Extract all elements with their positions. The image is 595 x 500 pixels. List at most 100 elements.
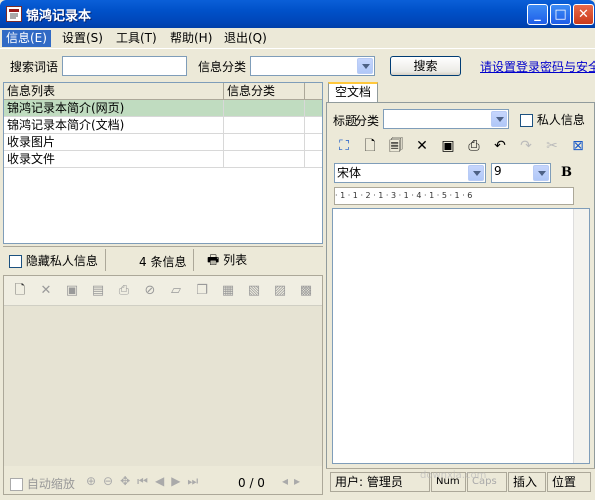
- row-title: 锦鸿记录本简介(文档): [4, 117, 224, 133]
- minimize-icon: _: [534, 7, 541, 22]
- printer-icon: 🖶: [207, 253, 220, 268]
- bold-button[interactable]: B: [561, 165, 572, 180]
- hide-private-checkbox[interactable]: 隐藏私人信息: [9, 252, 98, 269]
- save-icon[interactable]: ▣: [64, 283, 80, 299]
- row-title: 收录文件: [4, 151, 224, 167]
- size-value: 9: [494, 164, 502, 178]
- column-header-title[interactable]: 信息列表: [4, 83, 224, 99]
- open-doc-icon[interactable]: 🗐: [387, 137, 405, 155]
- row-category: [224, 151, 305, 167]
- chevron-down-icon: [468, 165, 484, 181]
- size-select[interactable]: 9: [491, 163, 551, 183]
- print-doc-icon[interactable]: ⎙: [465, 137, 483, 155]
- menu-tools[interactable]: 工具(T): [112, 30, 161, 47]
- row-category: [224, 100, 305, 116]
- row-title: 收录图片: [4, 134, 224, 150]
- column-header-category[interactable]: 信息分类: [224, 83, 305, 99]
- private-checkbox[interactable]: 私人信息: [520, 111, 585, 128]
- autozoom-checkbox[interactable]: 自动缩放: [10, 475, 75, 492]
- status-insert: 插入: [508, 472, 546, 492]
- document-editor-panel: 空文档 标题 分类 私人信息 ⛶ 🗋 🗐 ✕ ▣ ⎙ ↶ ↷ ✂ ⊠ 宋体 9 …: [326, 82, 595, 500]
- list-status-bar: 隐藏私人信息 4 条信息 🖶 列表: [3, 246, 323, 272]
- info-count: 4 条信息: [139, 255, 187, 269]
- list-row[interactable]: 收录文件: [4, 151, 322, 168]
- page-nav-arrows[interactable]: ◂▸: [282, 474, 306, 488]
- close-button[interactable]: ✕: [573, 4, 594, 25]
- status-user: 用户: 管理员: [330, 472, 430, 492]
- row-category: [224, 117, 305, 133]
- fullscreen-icon[interactable]: ⛶: [335, 137, 353, 155]
- menu-settings[interactable]: 设置(S): [58, 30, 107, 47]
- delete-icon[interactable]: ✕: [38, 283, 54, 299]
- new-doc-icon[interactable]: 🗋: [361, 137, 379, 155]
- divider: [105, 249, 106, 271]
- preview-area[interactable]: [4, 306, 322, 466]
- import-icon[interactable]: ▧: [246, 283, 262, 299]
- nav-buttons[interactable]: ⊕⊖✥⏮◀▶⏭: [86, 474, 205, 489]
- window-title: 锦鸿记录本: [26, 9, 92, 24]
- title-bar[interactable]: 锦鸿记录本 _ □ ✕: [0, 0, 595, 28]
- editor-body: 标题 分类 私人信息 ⛶ 🗋 🗐 ✕ ▣ ⎙ ↶ ↷ ✂ ⊠ 宋体 9 B · …: [326, 102, 595, 477]
- maximize-icon: □: [554, 7, 567, 22]
- delete-doc-icon[interactable]: ✕: [413, 137, 431, 155]
- menu-exit[interactable]: 退出(Q): [220, 30, 271, 47]
- ruler[interactable]: · 1 · 1 · 2 · 1 · 3 · 1 · 4 · 1 · 5 · 1 …: [334, 187, 574, 205]
- minimize-button[interactable]: _: [527, 4, 548, 25]
- undo-icon[interactable]: ↶: [491, 137, 509, 155]
- redo-icon[interactable]: ↷: [517, 137, 535, 155]
- font-select[interactable]: 宋体: [334, 163, 486, 183]
- list-button-label: 列表: [223, 253, 248, 267]
- tab-empty-document[interactable]: 空文档: [328, 82, 378, 102]
- preview-nav-bar: 自动缩放 ⊕⊖✥⏮◀▶⏭ 0 / 0 ◂▸: [4, 470, 322, 494]
- close-icon: ✕: [578, 7, 589, 22]
- divider: [193, 249, 194, 271]
- set-password-link[interactable]: 请设置登录密码与安全: [480, 58, 595, 75]
- font-value: 宋体: [337, 166, 362, 180]
- cut-icon[interactable]: ✂: [543, 137, 561, 155]
- print-icon[interactable]: ⎙: [116, 283, 132, 299]
- doc-category-select[interactable]: [383, 109, 509, 129]
- cancel-icon[interactable]: ⊘: [142, 283, 158, 299]
- checkbox-box: [9, 255, 22, 268]
- new-icon[interactable]: 🗋: [12, 283, 28, 299]
- list-row[interactable]: 锦鸿记录本简介(文档): [4, 117, 322, 134]
- menu-bar: 信息(E) 设置(S) 工具(T) 帮助(H) 退出(Q): [0, 28, 595, 49]
- preview-panel: 🗋 ✕ ▣ ▤ ⎙ ⊘ ▱ ❐ ▦ ▧ ▨ ▩ 自动缩放 ⊕⊖✥⏮◀▶⏭ 0 /…: [3, 275, 323, 495]
- search-button[interactable]: 搜索: [390, 56, 461, 76]
- search-input[interactable]: [62, 56, 187, 76]
- category-label: 信息分类: [198, 60, 247, 74]
- open-folder-icon[interactable]: ▱: [168, 283, 184, 299]
- title-label: 标题: [333, 114, 358, 128]
- status-position: 位置: [547, 472, 591, 492]
- attach-icon[interactable]: ▩: [298, 283, 314, 299]
- paste-icon[interactable]: ▨: [272, 283, 288, 299]
- chevron-down-icon: [491, 111, 507, 127]
- search-row: 搜索词语 信息分类 搜索 请设置登录密码与安全: [0, 50, 595, 82]
- private-label: 私人信息: [536, 113, 585, 127]
- category-field-label: 分类: [355, 114, 380, 128]
- list-row[interactable]: 收录图片: [4, 134, 322, 151]
- copy-icon[interactable]: ❐: [194, 283, 210, 299]
- checkbox-box: [10, 478, 23, 491]
- page-counter: 0 / 0: [238, 476, 265, 490]
- saveas-icon[interactable]: ▤: [90, 283, 106, 299]
- list-print-button[interactable]: 🖶 列表: [207, 251, 247, 273]
- category-select[interactable]: [250, 56, 375, 76]
- app-icon: [6, 6, 22, 22]
- menu-info[interactable]: 信息(E): [2, 30, 51, 47]
- hide-private-label: 隐藏私人信息: [25, 254, 98, 268]
- menu-help[interactable]: 帮助(H): [166, 30, 216, 47]
- maximize-button[interactable]: □: [550, 4, 571, 25]
- preview-toolbar: 🗋 ✕ ▣ ▤ ⎙ ⊘ ▱ ❐ ▦ ▧ ▨ ▩: [4, 276, 322, 306]
- export-icon[interactable]: ▦: [220, 283, 236, 299]
- close-doc-icon[interactable]: ⊠: [569, 137, 587, 155]
- search-label: 搜索词语: [10, 60, 59, 74]
- editor-scrollbar[interactable]: [573, 209, 589, 463]
- checkbox-box: [520, 114, 533, 127]
- row-title: 锦鸿记录本简介(网页): [4, 100, 224, 116]
- list-row[interactable]: 锦鸿记录本简介(网页): [4, 100, 322, 117]
- chevron-down-icon: [533, 165, 549, 181]
- save-doc-icon[interactable]: ▣: [439, 137, 457, 155]
- info-list: 信息列表 信息分类 锦鸿记录本简介(网页) 锦鸿记录本简介(文档) 收录图片 收…: [3, 82, 323, 244]
- editor-area[interactable]: [332, 208, 590, 464]
